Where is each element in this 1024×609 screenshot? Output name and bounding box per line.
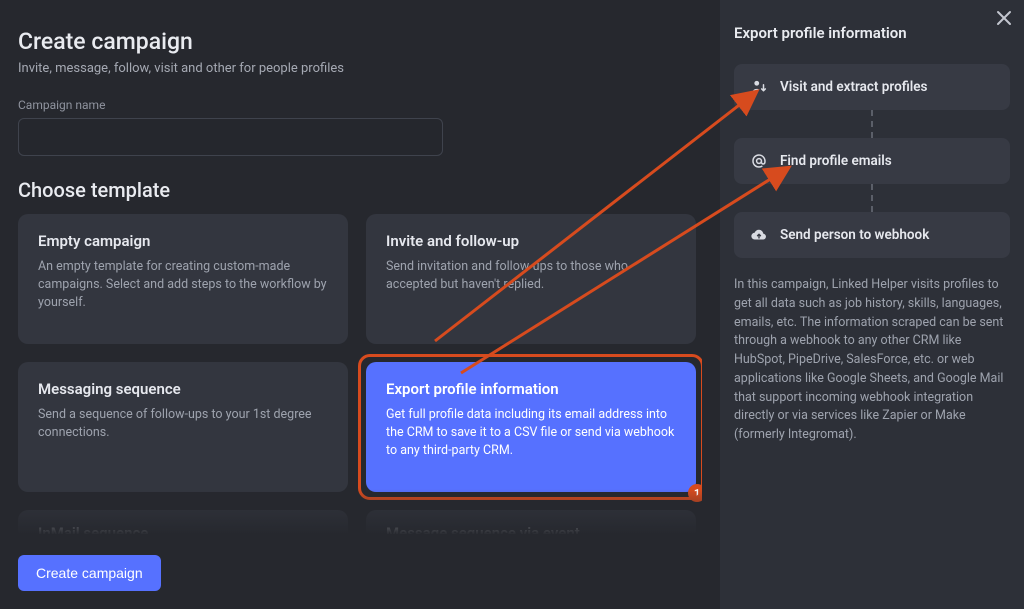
template-empty-campaign[interactable]: Empty campaign An empty template for cre… [18, 214, 348, 344]
page-title: Create campaign [18, 28, 702, 55]
campaign-name-input[interactable] [18, 118, 443, 156]
close-button[interactable] [996, 10, 1012, 30]
workflow-step-visit-extract[interactable]: Visit and extract profiles [734, 64, 1010, 110]
template-message-sequence-event[interactable]: Message sequence via event [366, 510, 696, 534]
workflow-step-find-emails[interactable]: Find profile emails [734, 138, 1010, 184]
template-title: Export profile information [386, 380, 676, 398]
annotation-badge: 1 [688, 484, 702, 502]
template-title: Invite and follow-up [386, 232, 676, 250]
page-subtitle: Invite, message, follow, visit and other… [18, 61, 702, 76]
workflow-step-send-webhook[interactable]: Send person to webhook [734, 212, 1010, 258]
workflow-connector [734, 110, 1010, 138]
workflow-step-label: Visit and extract profiles [780, 79, 927, 95]
template-desc: An empty template for creating custom-ma… [38, 258, 328, 312]
template-desc: Send a sequence of follow-ups to your 1s… [38, 406, 328, 442]
workflow-step-label: Find profile emails [780, 153, 892, 169]
template-desc: Get full profile data including its emai… [386, 406, 676, 460]
create-campaign-button[interactable]: Create campaign [18, 555, 161, 591]
campaign-name-label: Campaign name [18, 98, 702, 112]
side-panel: Export profile information Visit and ext… [720, 0, 1024, 609]
template-inmail-sequence[interactable]: InMail sequence [18, 510, 348, 534]
template-title: Message sequence via event [386, 524, 676, 534]
template-desc: Send invitation and follow-ups to those … [386, 258, 676, 294]
templates-grid: Empty campaign An empty template for cre… [18, 214, 702, 534]
template-export-profile[interactable]: Export profile information Get full prof… [366, 362, 696, 492]
workflow-step-label: Send person to webhook [780, 227, 929, 243]
template-messaging-sequence[interactable]: Messaging sequence Send a sequence of fo… [18, 362, 348, 492]
choose-template-heading: Choose template [18, 178, 702, 202]
side-panel-title: Export profile information [734, 24, 1010, 42]
template-invite-followup[interactable]: Invite and follow-up Send invitation and… [366, 214, 696, 344]
template-title: InMail sequence [38, 524, 328, 534]
template-title: Messaging sequence [38, 380, 328, 398]
template-title: Empty campaign [38, 232, 328, 250]
close-icon [996, 10, 1012, 26]
side-panel-description: In this campaign, Linked Helper visits p… [734, 276, 1010, 445]
user-arrow-icon [750, 78, 768, 96]
workflow-connector [734, 184, 1010, 212]
cloud-up-icon [750, 226, 768, 244]
main-panel: Create campaign Invite, message, follow,… [0, 0, 720, 609]
at-sign-icon [750, 152, 768, 170]
